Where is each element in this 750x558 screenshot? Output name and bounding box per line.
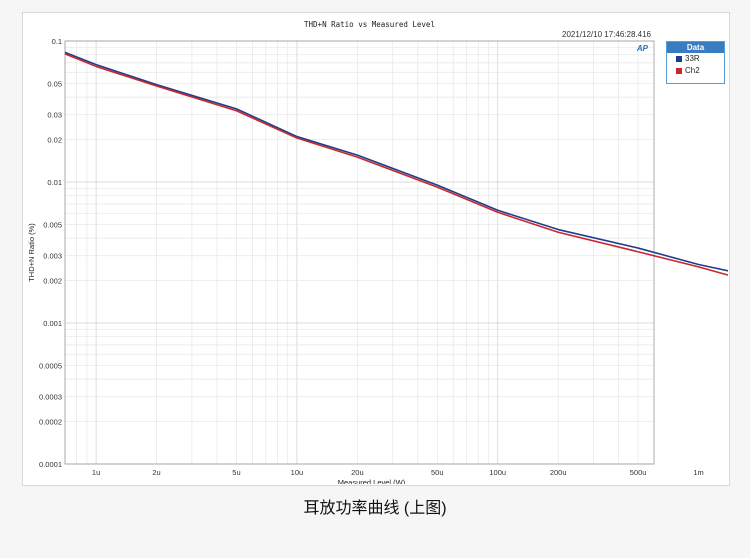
legend: Data 33R Ch2	[666, 41, 725, 84]
y-tick-label: 0.03	[47, 111, 62, 120]
y-tick-label: 0.01	[47, 178, 62, 187]
y-axis-label: THD+N Ratio (%)	[27, 223, 36, 282]
x-tick-label: 200u	[550, 468, 567, 477]
y-tick-label: 0.1	[52, 37, 62, 46]
x-tick-label: 2u	[152, 468, 160, 477]
x-tick-label: 1m	[693, 468, 703, 477]
x-tick-label: 1u	[92, 468, 100, 477]
x-tick-label: 10u	[291, 468, 304, 477]
y-tick-label: 0.0001	[39, 460, 62, 469]
y-tick-label: 0.0003	[39, 393, 62, 402]
x-tick-label: 50u	[431, 468, 444, 477]
legend-swatch-33r	[676, 55, 682, 62]
y-tick-label: 0.0005	[39, 361, 62, 370]
y-tick-label: 0.005	[43, 220, 62, 229]
x-tick-label: 500u	[630, 468, 647, 477]
thd-chart: THD+N Ratio vs Measured Level 2021/12/10 …	[27, 20, 728, 484]
chart-timestamp: 2021/12/10 17:46:28.416	[562, 30, 652, 39]
page-caption: 耳放功率曲线 (上图)	[303, 500, 447, 517]
x-tick-label: 20u	[351, 468, 364, 477]
legend-label-33r: 33R	[685, 54, 700, 63]
legend-label-ch2: Ch2	[685, 66, 700, 75]
y-tick-label: 0.001	[43, 319, 62, 328]
plot-area	[65, 41, 654, 464]
legend-swatch-ch2	[676, 67, 682, 74]
x-tick-label: 5u	[232, 468, 240, 477]
x-axis-label: Measured Level (W)	[338, 478, 406, 484]
legend-item-33r[interactable]: 33R	[667, 53, 724, 65]
y-tick-label: 0.05	[47, 79, 62, 88]
y-tick-label: 0.02	[47, 136, 62, 145]
y-tick-label: 0.0002	[39, 418, 62, 427]
y-tick-label: 0.003	[43, 252, 62, 261]
chart-title: THD+N Ratio vs Measured Level	[304, 20, 435, 29]
x-tick-label: 100u	[489, 468, 506, 477]
y-tick-label: 0.002	[43, 277, 62, 286]
legend-item-ch2[interactable]: Ch2	[667, 65, 724, 77]
legend-title: Data	[667, 42, 724, 53]
ap-logo-icon: AP	[636, 44, 649, 53]
